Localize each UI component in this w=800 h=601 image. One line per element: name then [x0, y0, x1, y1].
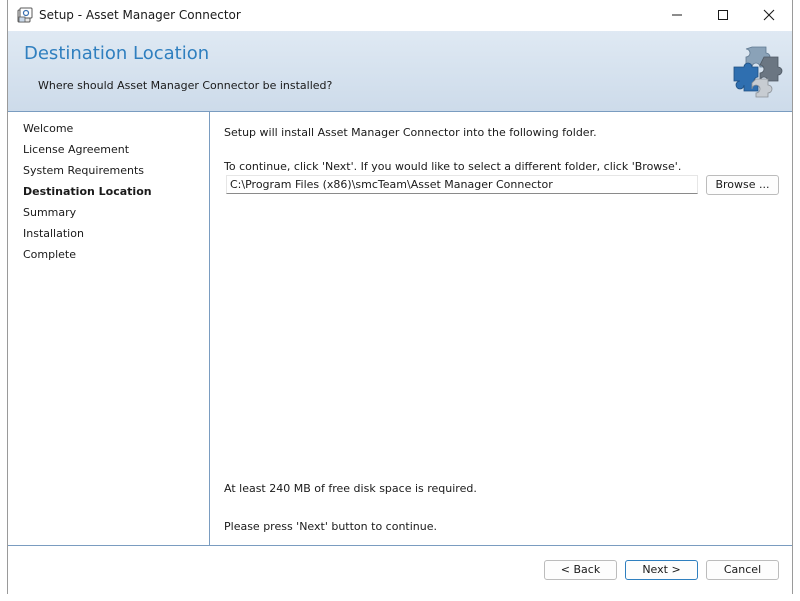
sidebar-item-destination-location: Destination Location	[23, 185, 152, 198]
page-header: Destination Location Where should Asset …	[8, 31, 792, 112]
minimize-icon	[672, 14, 682, 16]
main-content: Setup will install Asset Manager Connect…	[210, 112, 792, 545]
intro-text: Setup will install Asset Manager Connect…	[224, 126, 597, 139]
steps-sidebar: Welcome License Agreement System Require…	[8, 112, 210, 545]
puzzle-pieces-icon	[733, 46, 783, 98]
disk-space-text: At least 240 MB of free disk space is re…	[224, 482, 477, 495]
destination-path-input[interactable]	[226, 175, 698, 194]
setup-app-icon	[17, 7, 33, 23]
close-button[interactable]	[746, 0, 792, 30]
page-title: Destination Location	[24, 43, 210, 64]
instruction-text: To continue, click 'Next'. If you would …	[224, 160, 682, 173]
maximize-icon	[718, 10, 728, 20]
page-subtitle: Where should Asset Manager Connector be …	[38, 79, 333, 92]
title-bar[interactable]: Setup - Asset Manager Connector	[8, 0, 792, 30]
sidebar-item-summary: Summary	[23, 206, 77, 219]
sidebar-item-installation: Installation	[23, 227, 84, 240]
back-button[interactable]: < Back	[544, 560, 617, 580]
next-button[interactable]: Next >	[625, 560, 698, 580]
browse-button[interactable]: Browse ...	[706, 175, 779, 195]
cancel-button[interactable]: Cancel	[706, 560, 779, 580]
sidebar-item-license-agreement: License Agreement	[23, 143, 130, 156]
sidebar-item-system-requirements: System Requirements	[23, 164, 144, 177]
setup-window: Setup - Asset Manager Connector Destinat…	[7, 0, 793, 594]
maximize-button[interactable]	[700, 0, 746, 30]
minimize-button[interactable]	[654, 0, 700, 30]
button-bar: < Back Next > Cancel	[8, 545, 792, 594]
sidebar-item-welcome: Welcome	[23, 122, 74, 135]
continue-note-text: Please press 'Next' button to continue.	[224, 520, 437, 533]
window-title: Setup - Asset Manager Connector	[39, 8, 241, 22]
close-icon	[763, 9, 775, 21]
sidebar-item-complete: Complete	[23, 248, 77, 261]
